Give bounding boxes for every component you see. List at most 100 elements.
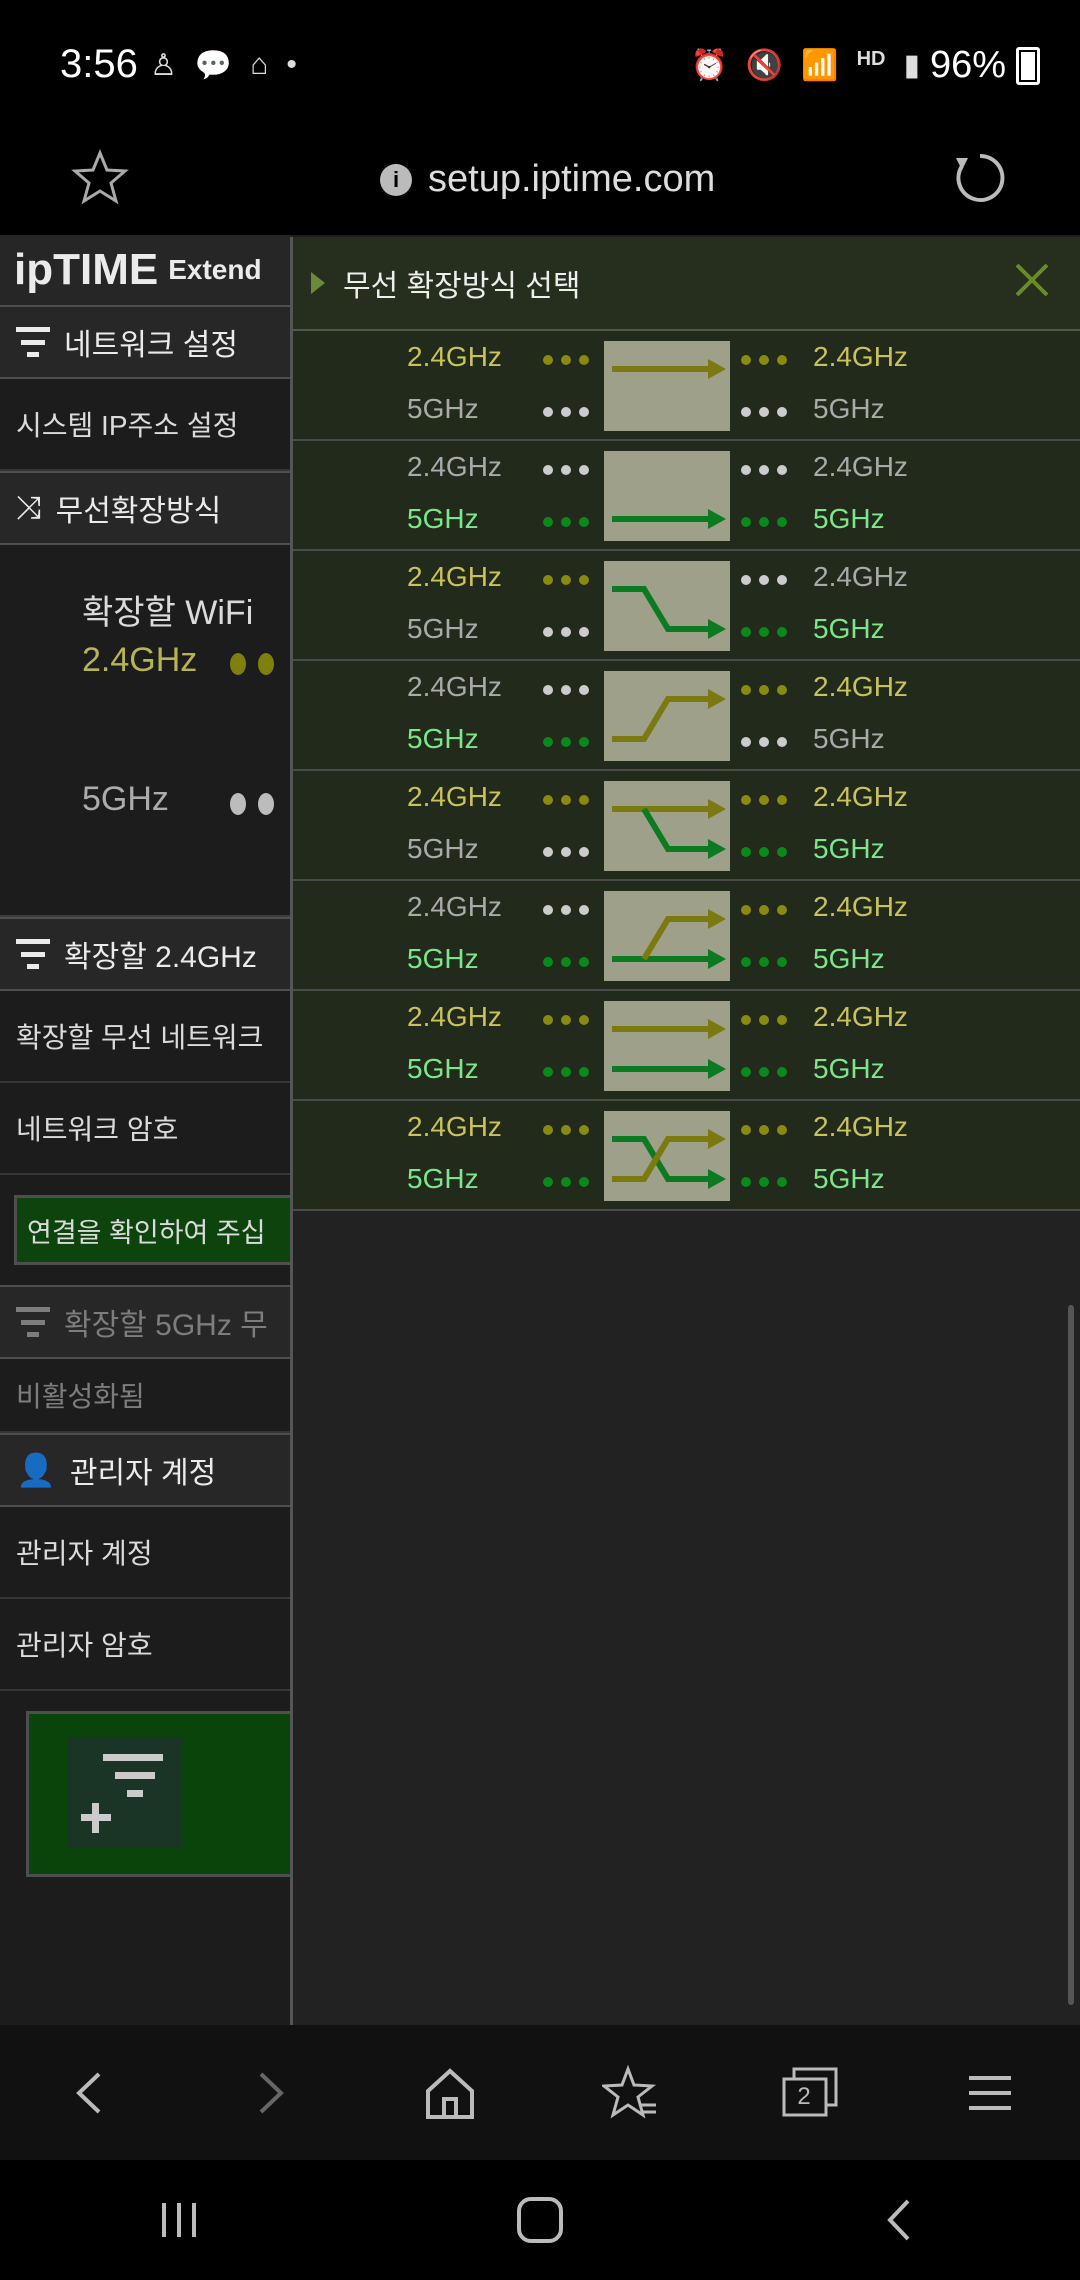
connector-dots [741, 1067, 787, 1077]
connector-dots [741, 575, 787, 585]
home-button[interactable] [410, 2053, 490, 2133]
mode-arrow-icon [612, 359, 726, 379]
band-label: 2.4GHz [407, 451, 502, 482]
connector-dots [741, 465, 787, 475]
mode-arrow-icon [612, 1129, 726, 1189]
connector-dots [741, 795, 787, 805]
connector-dots [543, 685, 589, 695]
connector-dots [543, 627, 589, 637]
band-label: 5GHz [813, 833, 885, 864]
hd-voice-icon: HD [856, 48, 886, 70]
back-icon [76, 2072, 101, 2113]
mute-icon: 🔇 [745, 49, 784, 82]
battery-level: 96% [929, 44, 1006, 86]
band-label: 2.4GHz [407, 671, 502, 702]
browser-toolbar: 2 [0, 2025, 1080, 2160]
battery: 96% [930, 44, 1040, 87]
forward-button[interactable] [230, 2053, 310, 2133]
option-list: 2.4GHz 5GHz 2.4GHz 5GHz 2.4GHz 5GHz 2.4GHz 5GHz… [293, 331, 1080, 1211]
band-label: 5GHz [813, 503, 885, 534]
menu-icon [969, 2075, 1011, 2110]
overlay-shade [0, 235, 292, 2025]
band-label: 2.4GHz [813, 1111, 908, 1142]
connector-dots [741, 685, 787, 695]
address-field[interactable]: i setup.iptime.com [380, 158, 715, 201]
alarm-icon: ⏰ [690, 49, 728, 82]
bookmarks-icon [602, 2064, 657, 2118]
mode-arrow-icon [612, 586, 726, 639]
forward-icon [259, 2072, 284, 2113]
home-nav-icon[interactable] [513, 2193, 567, 2247]
band-label: 2.4GHz [407, 561, 502, 592]
connector-dots [543, 847, 589, 857]
clock: 3:56 [60, 42, 138, 86]
bookmark-star-icon[interactable] [70, 148, 130, 208]
band-label: 5GHz [407, 503, 479, 534]
mode-arrow-icon [612, 799, 726, 859]
band-label: 5GHz [407, 723, 479, 754]
connector-dots [543, 517, 589, 527]
connector-dots [543, 1125, 589, 1135]
band-label: 2.4GHz [407, 1001, 502, 1032]
connector-dots [741, 627, 787, 637]
popup-header: 무선 확장방식 선택 [293, 237, 1080, 331]
connector-dots [543, 1015, 589, 1025]
smarthome-icon: ⌂ [250, 48, 269, 81]
wireless-mode-popup: 무선 확장방식 선택 2.4GHz 5GHz 2.4GHz 5GHz 2.4GHz 5GH… [290, 237, 1080, 2025]
info-icon[interactable]: i [380, 163, 412, 196]
connector-dots [543, 1177, 589, 1187]
back-button[interactable] [50, 2053, 130, 2133]
connector-dots [741, 517, 787, 527]
signal-icon: ▮ [903, 49, 920, 82]
tabs-button[interactable]: 2 [770, 2053, 850, 2133]
connector-dots [543, 737, 589, 747]
triangle-icon [311, 272, 325, 294]
band-label: 5GHz [407, 613, 479, 644]
mode-option-1[interactable]: 2.4GHz 5GHz 2.4GHz 5GHz [293, 331, 1080, 441]
wifi-icon: 📶 [801, 49, 839, 82]
status-bar: 3:56 ♙ 💬 ⌂ • ⏰ 🔇 📶 HD ▮ 96% [0, 0, 1080, 130]
dot-icon: • [286, 48, 297, 81]
mode-option-3[interactable]: 2.4GHz 5GHz 2.4GHz 5GHz [293, 551, 1080, 661]
menu-button[interactable] [950, 2053, 1030, 2133]
scrollbar[interactable] [1068, 1305, 1074, 2005]
connector-dots [543, 795, 589, 805]
band-label: 2.4GHz [813, 341, 908, 372]
band-label: 5GHz [813, 393, 885, 424]
system-icons: ⏰ 🔇 📶 HD ▮ [691, 48, 920, 83]
back-nav-icon[interactable] [876, 2195, 926, 2245]
mode-option-4[interactable]: 2.4GHz 5GHz 2.4GHz 5GHz [293, 661, 1080, 771]
mode-option-7[interactable]: 2.4GHz 5GHz 2.4GHz 5GHz [293, 991, 1080, 1101]
close-icon[interactable] [1011, 259, 1053, 301]
connector-dots [543, 957, 589, 967]
band-label: 5GHz [407, 1163, 479, 1194]
mode-arrow-icon [612, 509, 726, 529]
band-label: 5GHz [813, 1053, 885, 1084]
band-label: 2.4GHz [407, 891, 502, 922]
reload-icon[interactable] [950, 148, 1010, 208]
band-label: 2.4GHz [813, 1001, 908, 1032]
band-label: 2.4GHz [813, 781, 908, 812]
band-label: 2.4GHz [813, 671, 908, 702]
band-label: 2.4GHz [407, 341, 502, 372]
connector-dots [741, 905, 787, 915]
mode-option-6[interactable]: 2.4GHz 5GHz 2.4GHz 5GHz [293, 881, 1080, 991]
connector-dots [543, 407, 589, 417]
connector-dots [741, 1015, 787, 1025]
tabs-count: 2 [797, 2082, 811, 2110]
connector-dots [543, 465, 589, 475]
band-label: 5GHz [813, 723, 885, 754]
connector-dots [741, 957, 787, 967]
battery-icon [1016, 46, 1040, 85]
mode-option-8[interactable]: 2.4GHz 5GHz 2.4GHz 5GHz [293, 1101, 1080, 1211]
recent-apps-icon[interactable] [154, 2195, 204, 2245]
bookmarks-button[interactable] [590, 2053, 670, 2133]
mode-option-5[interactable]: 2.4GHz 5GHz 2.4GHz 5GHz [293, 771, 1080, 881]
band-label: 5GHz [813, 1163, 885, 1194]
url-text: setup.iptime.com [428, 158, 716, 200]
mode-option-2[interactable]: 2.4GHz 5GHz 2.4GHz 5GHz [293, 441, 1080, 551]
connector-dots [543, 905, 589, 915]
band-label: 2.4GHz [813, 891, 908, 922]
band-label: 5GHz [407, 393, 479, 424]
browser-url-bar: i setup.iptime.com [0, 130, 1080, 235]
